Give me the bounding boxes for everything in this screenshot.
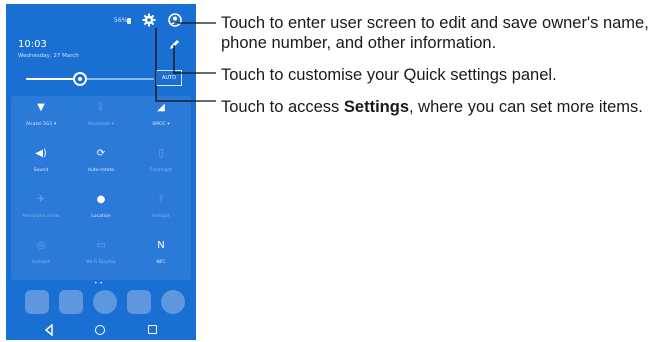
caption-settings-rest: , where you can set more items. <box>409 98 643 116</box>
caption-settings: Touch to access Settings, where you can … <box>221 98 655 118</box>
caption-customise: Touch to customise your Quick settings p… <box>221 66 557 84</box>
callout-line-settings <box>155 28 216 102</box>
caption-user-screen: Touch to enter user screen to edit and s… <box>221 14 649 52</box>
callout-line-customise <box>173 45 216 74</box>
caption-settings-text: Touch to access <box>221 98 344 116</box>
caption-settings-bold: Settings <box>343 98 409 116</box>
